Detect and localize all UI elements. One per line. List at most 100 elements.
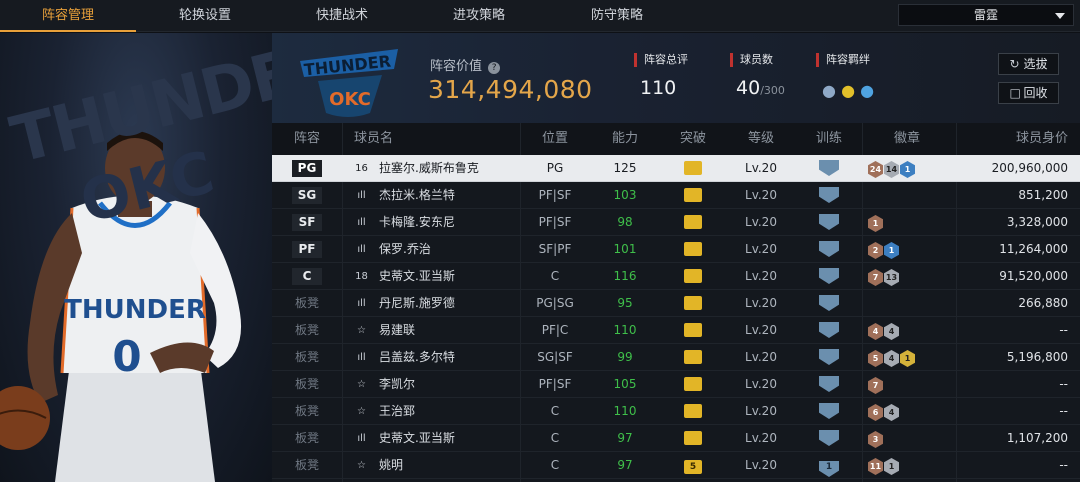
breakthrough-cell[interactable] [660, 344, 726, 371]
table-row[interactable]: 板凳 ıll 吕盖兹.多尔特 SG|SF 99 Lv.20 5 4 1 5,196,800 [272, 344, 1080, 371]
table-row[interactable]: 板凳 ☆ 王治郅 C 110 Lv.20 6 4 -- [272, 398, 1080, 425]
training-cell[interactable] [796, 263, 862, 290]
player-level: Lv.20 [745, 269, 777, 283]
badges-cell[interactable]: 7 [868, 371, 954, 398]
training-cell[interactable] [796, 371, 862, 398]
crown-icon [684, 404, 702, 418]
table-row[interactable]: PG 16 拉塞尔.威斯布鲁克 PG 125 Lv.20 24 14 1 200,960,000 [272, 155, 1080, 182]
bond-icon-3: ● [860, 81, 875, 100]
lineup-value-label: 阵容价值 ? [430, 55, 501, 74]
breakthrough-cell[interactable] [660, 290, 726, 317]
training-cell[interactable] [796, 236, 862, 263]
player-artwork: THUNDER OKC THUNDER 0 [0, 33, 272, 482]
tab-offense[interactable]: 进攻策略 [411, 0, 547, 32]
thunder-logo: THUNDER OKC [300, 49, 398, 117]
player-name[interactable]: 王治郅 [379, 398, 519, 425]
training-cell[interactable] [796, 344, 862, 371]
breakthrough-cell[interactable]: 5 [660, 452, 726, 479]
team-select[interactable]: 雷霆 [898, 4, 1074, 26]
badges-cell[interactable]: 64 [868, 398, 954, 425]
badges-cell[interactable] [868, 182, 954, 209]
player-name[interactable]: 杰拉米.格兰特 [379, 182, 519, 209]
breakthrough-cell[interactable] [660, 317, 726, 344]
player-level: Lv.20 [745, 377, 777, 391]
recycle-button[interactable]: □ 回收 [998, 82, 1059, 104]
roster-table: 阵容 球员名 位置 能力 突破 等级 训练 徽章 球员身价 PG 16 拉塞尔.威斯… [272, 123, 1080, 482]
jersey-icon: 18 [355, 271, 368, 282]
training-cell[interactable]: 1 [796, 452, 862, 479]
player-name[interactable]: 易建联 [379, 317, 519, 344]
jersey-icon: ıll [357, 433, 366, 444]
training-cell[interactable] [796, 209, 862, 236]
player-name[interactable]: 吕盖兹.多尔特 [379, 344, 519, 371]
breakthrough-cell[interactable] [660, 209, 726, 236]
breakthrough-cell[interactable] [660, 398, 726, 425]
tab-defense[interactable]: 防守策略 [549, 0, 685, 32]
badges-cell[interactable]: 21 [868, 236, 954, 263]
table-row[interactable]: PF ıll 保罗.乔治 SF|PF 101 Lv.20 2 1 11,264,000 [272, 236, 1080, 263]
col-position: 位置 [541, 131, 568, 146]
badge-icon: 3 [868, 431, 883, 448]
player-name[interactable]: 丹尼斯.施罗德 [379, 290, 519, 317]
training-cell[interactable] [796, 182, 862, 209]
training-cell[interactable] [796, 317, 862, 344]
player-ability: 101 [613, 242, 637, 256]
player-name[interactable]: 保罗.乔治 [379, 236, 519, 263]
player-name[interactable]: 史蒂文.亚当斯 [379, 425, 519, 452]
badges-cell[interactable]: 11 1 [868, 452, 954, 479]
badges-cell[interactable]: 24 14 1 [868, 155, 954, 182]
crown-icon [684, 323, 702, 337]
training-shield-icon [819, 160, 839, 176]
player-name[interactable]: 卡梅隆.安东尼 [379, 209, 519, 236]
training-cell[interactable] [796, 290, 862, 317]
badge-icon: 7 [868, 377, 883, 394]
table-row[interactable]: SG ıll 杰拉米.格兰特 PF|SF 103 Lv.20 851,200 [272, 182, 1080, 209]
tab-quick-tactics[interactable]: 快捷战术 [274, 0, 410, 32]
breakthrough-cell[interactable] [660, 182, 726, 209]
table-row[interactable]: SF ıll 卡梅隆.安东尼 PF|SF 98 Lv.20 1 3,328,000 [272, 209, 1080, 236]
player-ability: 105 [613, 377, 637, 391]
select-button[interactable]: ↻ 选拔 [998, 53, 1059, 75]
table-row[interactable]: C 18 史蒂文.亚当斯 C 116 Lv.20 7 13 91,520,000 [272, 263, 1080, 290]
tab-lineup[interactable]: 阵容管理 [0, 0, 136, 32]
badges-cell[interactable]: 3 [868, 425, 954, 452]
badge-icon: 2 [868, 242, 883, 259]
jersey-icon: ıll [357, 190, 366, 201]
player-position: SF|PF [538, 242, 572, 256]
slot-cell: 板凳 [294, 323, 319, 337]
badges-cell[interactable]: 44 [868, 317, 954, 344]
jersey-icon: ☆ [357, 460, 366, 471]
breakthrough-cell[interactable] [660, 263, 726, 290]
badges-cell[interactable]: 1 [868, 209, 954, 236]
help-icon[interactable]: ? [488, 62, 501, 74]
slot-cell: 板凳 [294, 404, 319, 418]
tab-rotation[interactable]: 轮换设置 [137, 0, 273, 32]
training-cell[interactable] [796, 155, 862, 182]
training-shield-icon [819, 268, 839, 284]
table-row[interactable]: 板凳 ıll 丹尼斯.施罗德 PG|SG 95 Lv.20 266,880 [272, 290, 1080, 317]
training-cell[interactable] [796, 425, 862, 452]
breakthrough-cell[interactable] [660, 236, 726, 263]
crown-icon [684, 161, 702, 175]
slot-cell: 板凳 [294, 377, 319, 391]
player-position: PF|SF [538, 188, 572, 202]
player-name[interactable]: 李凯尔 [379, 371, 519, 398]
col-badges: 徽章 [893, 131, 920, 146]
training-cell[interactable] [796, 398, 862, 425]
svg-text:OKC: OKC [329, 89, 371, 110]
table-row[interactable]: 板凳 ıll 史蒂文.亚当斯 C 97 Lv.20 3 1,107,200 [272, 425, 1080, 452]
table-row[interactable]: 板凳 ☆ 姚明 C 97 5 Lv.20 1 11 1 -- [272, 452, 1080, 479]
badges-cell[interactable]: 541 [868, 344, 954, 371]
table-row[interactable]: 板凳 ☆ 李凯尔 PF|SF 105 Lv.20 7 -- [272, 371, 1080, 398]
player-name[interactable]: 拉塞尔.威斯布鲁克 [379, 155, 519, 182]
breakthrough-cell[interactable] [660, 371, 726, 398]
badges-cell[interactable]: 7 13 [868, 263, 954, 290]
player-name[interactable]: 姚明 [379, 452, 519, 479]
table-row[interactable]: 板凳 ☆ 易建联 PF|C 110 Lv.20 4 4 -- [272, 317, 1080, 344]
breakthrough-cell[interactable] [660, 155, 726, 182]
breakthrough-cell[interactable] [660, 425, 726, 452]
badges-cell[interactable] [868, 290, 954, 317]
player-name[interactable]: 史蒂文.亚当斯 [379, 263, 519, 290]
jersey-icon: ıll [357, 244, 366, 255]
bond-icons[interactable]: ● ● ● [822, 81, 874, 100]
